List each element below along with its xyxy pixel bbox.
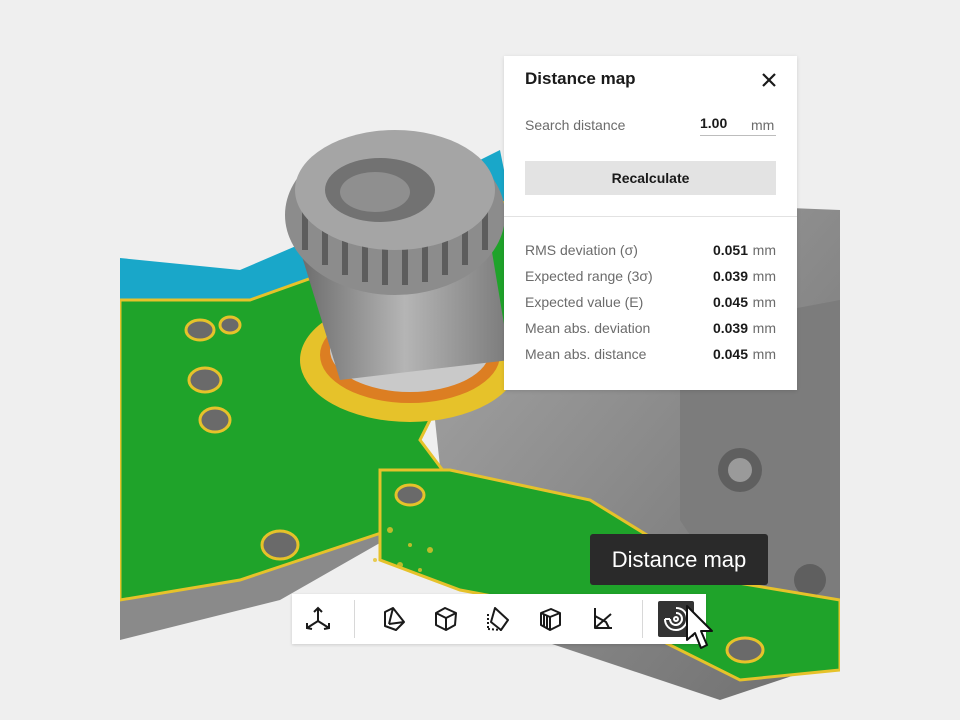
search-distance-input[interactable]	[700, 113, 748, 136]
box-cut-tool-button[interactable]	[428, 601, 464, 637]
stat-unit: mm	[752, 346, 776, 362]
stat-value: 0.039	[712, 268, 748, 284]
stat-unit: mm	[752, 242, 776, 258]
distance-map-panel: Distance map Search distance mm Recalcul…	[504, 56, 797, 390]
angle-measure-tool-button[interactable]	[584, 601, 620, 637]
panel-divider	[504, 216, 797, 217]
recalculate-button[interactable]: Recalculate	[525, 161, 776, 195]
stats-list: RMS deviation (σ) 0.051 mm Expected rang…	[525, 242, 776, 372]
cube-slices-icon	[540, 608, 561, 631]
stat-label: Mean abs. distance	[525, 346, 647, 362]
stat-label: Mean abs. deviation	[525, 320, 651, 336]
stat-row-expected-value: Expected value (E) 0.045 mm	[525, 294, 776, 320]
toolbar-separator	[642, 600, 643, 638]
angle-measure-icon	[594, 608, 612, 629]
toolbar-separator	[354, 600, 355, 638]
cube-slices-tool-button[interactable]	[532, 601, 568, 637]
stat-unit: mm	[752, 320, 776, 336]
stat-unit: mm	[752, 268, 776, 284]
axes-icon	[306, 606, 330, 630]
search-distance-label: Search distance	[525, 117, 626, 133]
stat-label: RMS deviation (σ)	[525, 242, 638, 258]
stat-row-mean-abs-deviation: Mean abs. deviation 0.039 mm	[525, 320, 776, 346]
stat-row-expected-range: Expected range (3σ) 0.039 mm	[525, 268, 776, 294]
input-underline	[747, 135, 776, 136]
slice-plane-icon	[384, 607, 405, 631]
search-distance-row: Search distance mm	[525, 113, 776, 137]
stat-value: 0.045	[712, 294, 748, 310]
stat-row-mean-abs-distance: Mean abs. distance 0.045 mm	[525, 346, 776, 372]
panel-title: Distance map	[525, 69, 636, 88]
axes-tool-button[interactable]	[300, 601, 336, 637]
stat-value: 0.039	[712, 320, 748, 336]
stat-row-rms-deviation: RMS deviation (σ) 0.051 mm	[525, 242, 776, 268]
close-icon	[762, 73, 776, 87]
close-button[interactable]	[759, 70, 779, 90]
stat-value: 0.045	[712, 346, 748, 362]
plane-section-icon	[487, 607, 509, 631]
stat-label: Expected range (3σ)	[525, 268, 653, 284]
slice-plane-tool-button[interactable]	[376, 601, 412, 637]
plane-section-tool-button[interactable]	[480, 601, 516, 637]
stat-unit: mm	[752, 294, 776, 310]
search-distance-unit: mm	[751, 117, 775, 133]
mouse-cursor-icon	[686, 605, 713, 649]
bottom-toolbar	[292, 594, 706, 644]
box-cut-icon	[435, 607, 457, 631]
tooltip: Distance map	[590, 534, 768, 585]
stat-label: Expected value (E)	[525, 294, 644, 310]
stat-value: 0.051	[712, 242, 748, 258]
